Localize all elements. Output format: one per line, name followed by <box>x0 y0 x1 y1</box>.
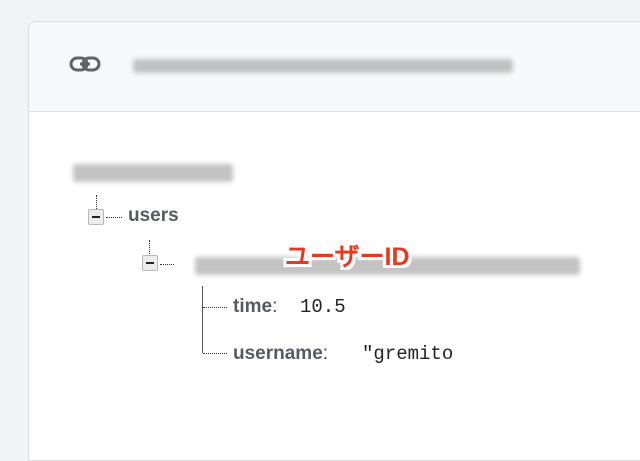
node-label-users[interactable]: users <box>128 206 179 226</box>
collapse-toggle-icon[interactable] <box>142 255 158 271</box>
tree-connector <box>203 353 227 354</box>
tree-connector <box>203 307 227 308</box>
user-id-annotation: ユーザーID <box>285 243 410 271</box>
tree-connector <box>106 217 122 218</box>
database-viewer-card: users ユーザーID time: 10.5 username: "gremi… <box>28 21 640 461</box>
field-key-time[interactable]: time: <box>233 297 277 317</box>
database-url-bar <box>29 22 640 112</box>
root-node-redacted <box>73 164 233 182</box>
field-value-time[interactable]: 10.5 <box>300 297 346 317</box>
collapse-toggle-icon[interactable] <box>88 209 104 225</box>
database-url-redacted <box>133 59 513 73</box>
tree-connector <box>160 264 174 265</box>
tree-connector <box>149 240 150 256</box>
link-icon[interactable] <box>69 54 103 76</box>
tree-connector <box>202 286 203 353</box>
field-value-username[interactable]: "gremito <box>362 344 453 364</box>
field-key-username[interactable]: username: <box>233 344 328 364</box>
